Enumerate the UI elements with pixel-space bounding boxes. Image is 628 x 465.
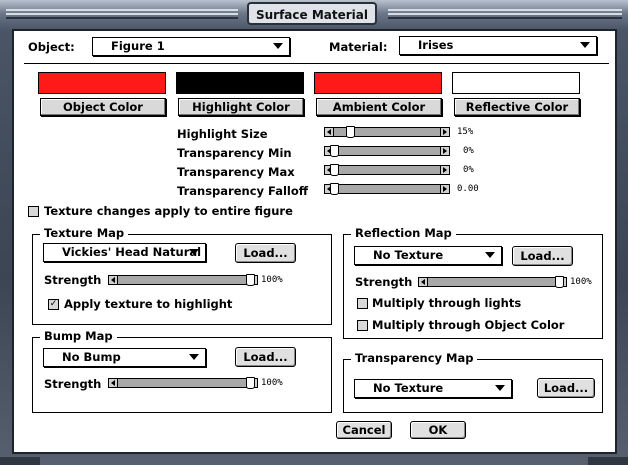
slider-right-arrow-icon[interactable] bbox=[440, 166, 449, 174]
window-title: Surface Material bbox=[247, 2, 377, 25]
transparency-min-value: 0% bbox=[463, 146, 474, 156]
slider-right-arrow-icon[interactable] bbox=[440, 128, 449, 136]
slider-thumb[interactable] bbox=[330, 145, 339, 157]
transparency-map-popup[interactable]: No Texture bbox=[354, 379, 512, 398]
reflection-strength-value: 100% bbox=[570, 277, 592, 287]
transparency-falloff-label: Transparency Falloff bbox=[177, 184, 309, 198]
chevron-down-icon bbox=[495, 385, 505, 391]
slider-thumb[interactable] bbox=[246, 377, 255, 389]
window-corner-left bbox=[0, 457, 40, 465]
texture-strength-label: Strength bbox=[44, 273, 102, 287]
slider-thumb[interactable] bbox=[246, 274, 255, 286]
cancel-button[interactable]: Cancel bbox=[336, 421, 392, 439]
bump-strength-slider[interactable] bbox=[108, 377, 258, 389]
bump-strength-label: Strength bbox=[44, 377, 102, 391]
slider-left-arrow-icon[interactable] bbox=[325, 128, 334, 136]
slider-left-arrow-icon[interactable] bbox=[109, 379, 118, 387]
transparency-max-value: 0% bbox=[463, 165, 474, 175]
title-bar-stripes-left bbox=[6, 9, 238, 11]
bump-map-popup[interactable]: No Bump bbox=[43, 348, 206, 367]
reflection-map-title: Reflection Map bbox=[351, 226, 456, 240]
bump-map-value: No Bump bbox=[62, 350, 121, 364]
bump-strength-value: 100% bbox=[261, 378, 283, 388]
texture-entire-checkbox[interactable] bbox=[28, 206, 39, 217]
transparency-falloff-value: 0.00 bbox=[457, 184, 479, 194]
reflective-color-swatch[interactable] bbox=[452, 72, 580, 94]
ok-button[interactable]: OK bbox=[410, 421, 466, 439]
reflection-strength-label: Strength bbox=[355, 275, 413, 289]
transparency-map-title: Transparency Map bbox=[351, 351, 478, 365]
reflection-map-value: No Texture bbox=[373, 248, 444, 262]
slider-left-arrow-icon[interactable] bbox=[109, 276, 118, 284]
object-popup-value: Figure 1 bbox=[111, 39, 165, 53]
multiply-lights-checkbox[interactable] bbox=[357, 298, 368, 309]
transparency-map-load-button[interactable]: Load... bbox=[537, 378, 595, 398]
highlight-size-value: 15% bbox=[457, 127, 474, 137]
transparency-max-label: Transparency Max bbox=[177, 165, 295, 179]
transparency-map-value: No Texture bbox=[373, 381, 444, 395]
highlight-size-label: Highlight Size bbox=[177, 127, 268, 141]
texture-map-popup[interactable]: Vickies' Head Natural bbox=[43, 243, 206, 262]
object-color-button[interactable]: Object Color bbox=[40, 98, 166, 116]
multiply-object-color-label: Multiply through Object Color bbox=[372, 318, 565, 332]
chevron-down-icon bbox=[189, 249, 199, 255]
multiply-lights-label: Multiply through lights bbox=[372, 296, 522, 310]
texture-strength-value: 100% bbox=[261, 275, 283, 285]
object-label: Object: bbox=[28, 40, 75, 54]
reflective-color-button[interactable]: Reflective Color bbox=[454, 98, 580, 116]
texture-strength-slider[interactable] bbox=[108, 274, 258, 286]
slider-left-arrow-icon[interactable] bbox=[419, 278, 428, 286]
transparency-max-slider[interactable] bbox=[324, 164, 450, 176]
transparency-min-label: Transparency Min bbox=[177, 146, 292, 160]
slider-thumb[interactable] bbox=[346, 126, 356, 138]
reflection-map-popup[interactable]: No Texture bbox=[354, 246, 502, 265]
chevron-down-icon bbox=[273, 43, 283, 49]
highlight-color-button[interactable]: Highlight Color bbox=[178, 98, 304, 116]
divider bbox=[24, 63, 609, 64]
apply-highlight-label: Apply texture to highlight bbox=[64, 297, 233, 311]
material-popup[interactable]: Irises bbox=[399, 36, 597, 55]
slider-right-arrow-icon[interactable] bbox=[440, 185, 449, 193]
bump-map-load-button[interactable]: Load... bbox=[235, 347, 296, 367]
slider-thumb[interactable] bbox=[330, 183, 339, 195]
reflection-map-load-button[interactable]: Load... bbox=[512, 246, 573, 266]
highlight-size-slider[interactable] bbox=[324, 126, 450, 138]
apply-highlight-checkbox[interactable]: ✓ bbox=[48, 299, 59, 310]
ambient-color-button[interactable]: Ambient Color bbox=[316, 98, 442, 116]
ambient-color-swatch[interactable] bbox=[314, 72, 442, 94]
chevron-down-icon bbox=[189, 354, 199, 360]
dialog-window: Surface Material Object: Figure 1 Materi… bbox=[0, 0, 628, 465]
material-label: Material: bbox=[329, 40, 388, 54]
chevron-down-icon bbox=[580, 42, 590, 48]
window-corner-right[interactable] bbox=[588, 457, 628, 465]
object-popup[interactable]: Figure 1 bbox=[92, 37, 290, 56]
texture-entire-label: Texture changes apply to entire figure bbox=[44, 204, 293, 218]
texture-map-title: Texture Map bbox=[40, 226, 129, 240]
object-color-swatch[interactable] bbox=[38, 72, 166, 94]
highlight-color-swatch[interactable] bbox=[176, 72, 304, 94]
slider-thumb[interactable] bbox=[555, 276, 564, 288]
material-popup-value: Irises bbox=[418, 38, 454, 52]
slider-thumb[interactable] bbox=[330, 164, 339, 176]
transparency-falloff-slider[interactable] bbox=[324, 183, 450, 195]
reflection-strength-slider[interactable] bbox=[418, 276, 567, 288]
bump-map-title: Bump Map bbox=[40, 329, 117, 343]
transparency-min-slider[interactable] bbox=[324, 145, 450, 157]
dialog-content: Object: Figure 1 Material: Irises Object… bbox=[12, 29, 617, 454]
texture-map-load-button[interactable]: Load... bbox=[235, 243, 296, 263]
title-bar[interactable]: Surface Material bbox=[0, 0, 628, 30]
slider-right-arrow-icon[interactable] bbox=[440, 147, 449, 155]
chevron-down-icon bbox=[485, 252, 495, 258]
title-bar-stripes-right bbox=[388, 9, 622, 11]
multiply-object-color-checkbox[interactable] bbox=[357, 320, 368, 331]
texture-map-value: Vickies' Head Natural bbox=[62, 245, 202, 259]
